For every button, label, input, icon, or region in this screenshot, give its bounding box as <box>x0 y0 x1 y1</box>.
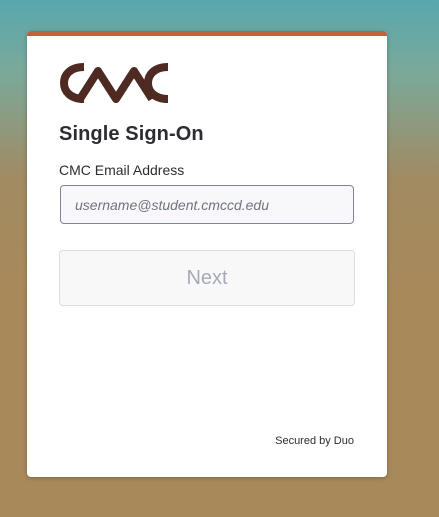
secured-by-duo-text: Secured by Duo <box>275 435 354 447</box>
next-button[interactable]: Next <box>59 250 355 306</box>
email-field[interactable] <box>60 185 354 224</box>
page-title: Single Sign-On <box>59 123 204 145</box>
cmc-logo <box>60 63 169 103</box>
card-accent-bar <box>27 31 387 36</box>
login-card: Single Sign-On CMC Email Address Next Se… <box>27 31 387 477</box>
email-label: CMC Email Address <box>59 162 185 178</box>
